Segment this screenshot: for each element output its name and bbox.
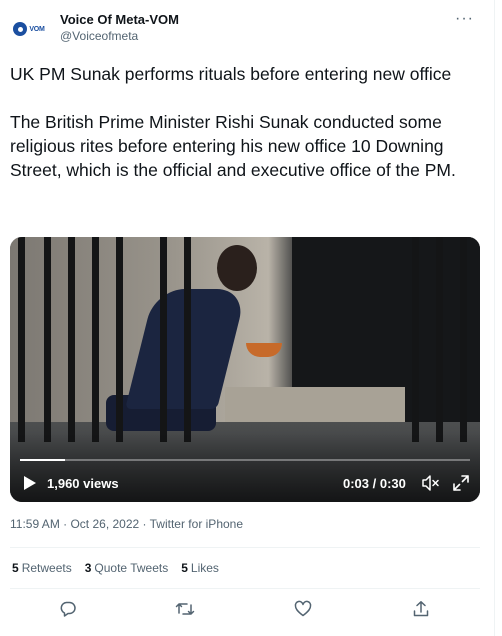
tweet-actions bbox=[0, 598, 495, 624]
tweet-stats: 5 Retweets 3 Quote Tweets 5 Likes bbox=[12, 561, 232, 575]
video-frame-railing-bar bbox=[68, 237, 75, 442]
likes-count: 5 bbox=[181, 561, 188, 575]
video-frame-railing-bar bbox=[92, 237, 99, 442]
reply-icon bbox=[60, 601, 76, 617]
video-views: 1,960 views bbox=[47, 476, 119, 491]
reply-button[interactable] bbox=[57, 598, 79, 620]
retweets-count: 5 bbox=[12, 561, 19, 575]
tweet-timestamp[interactable]: 11:59 AM · Oct 26, 2022 · Twitter for iP… bbox=[10, 517, 243, 531]
video-time: 0:03 / 0:30 bbox=[343, 476, 406, 491]
share-icon bbox=[413, 601, 429, 617]
fullscreen-icon[interactable] bbox=[453, 475, 469, 491]
more-horizontal-icon[interactable]: ··· bbox=[455, 10, 474, 28]
quote-tweets-label: Quote Tweets bbox=[94, 561, 169, 575]
volume-muted-icon[interactable] bbox=[422, 475, 440, 491]
video-frame-step bbox=[225, 387, 405, 425]
video-frame-railing-bar bbox=[18, 237, 25, 442]
like-button[interactable] bbox=[292, 598, 314, 620]
quote-tweets-count: 3 bbox=[84, 561, 92, 575]
retweet-icon bbox=[175, 603, 195, 615]
video-progress-bar[interactable] bbox=[20, 459, 470, 461]
likes-label: Likes bbox=[190, 561, 219, 575]
video-frame-railing-bar bbox=[184, 237, 191, 442]
avatar[interactable]: VOM bbox=[10, 10, 48, 48]
video-frame-figure-head bbox=[217, 245, 257, 291]
share-button[interactable] bbox=[410, 598, 432, 620]
video-frame-railing-bar bbox=[116, 237, 123, 442]
retweet-button[interactable] bbox=[174, 598, 196, 620]
divider bbox=[10, 547, 480, 548]
account-name[interactable]: Voice Of Meta-VOM bbox=[60, 12, 179, 27]
video-frame-railing-bar bbox=[460, 237, 467, 442]
tweet-text: UK PM Sunak performs rituals before ente… bbox=[10, 64, 456, 180]
video-controls-shade bbox=[10, 432, 480, 502]
video-frame-railing-bar bbox=[412, 237, 419, 442]
tweet-card: VOM Voice Of Meta-VOM @Voiceofmeta ··· U… bbox=[0, 0, 495, 636]
avatar-text: VOM bbox=[29, 25, 45, 33]
video-frame-railing-bar bbox=[436, 237, 443, 442]
vom-logo-icon bbox=[13, 22, 28, 36]
likes-stat[interactable]: 5 Likes bbox=[181, 561, 219, 575]
account-handle[interactable]: @Voiceofmeta bbox=[60, 29, 138, 43]
video-frame-railing-bar bbox=[160, 237, 167, 442]
heart-icon bbox=[294, 600, 312, 617]
video-frame-railing-bar bbox=[44, 237, 51, 442]
video-progress-fill bbox=[20, 459, 65, 461]
retweets-label: Retweets bbox=[21, 561, 72, 575]
divider bbox=[10, 588, 480, 589]
play-icon[interactable] bbox=[24, 476, 36, 490]
quote-tweets-stat[interactable]: 3 Quote Tweets bbox=[85, 561, 169, 575]
retweets-stat[interactable]: 5 Retweets bbox=[12, 561, 72, 575]
video-player[interactable]: 1,960 views 0:03 / 0:30 bbox=[10, 237, 480, 502]
